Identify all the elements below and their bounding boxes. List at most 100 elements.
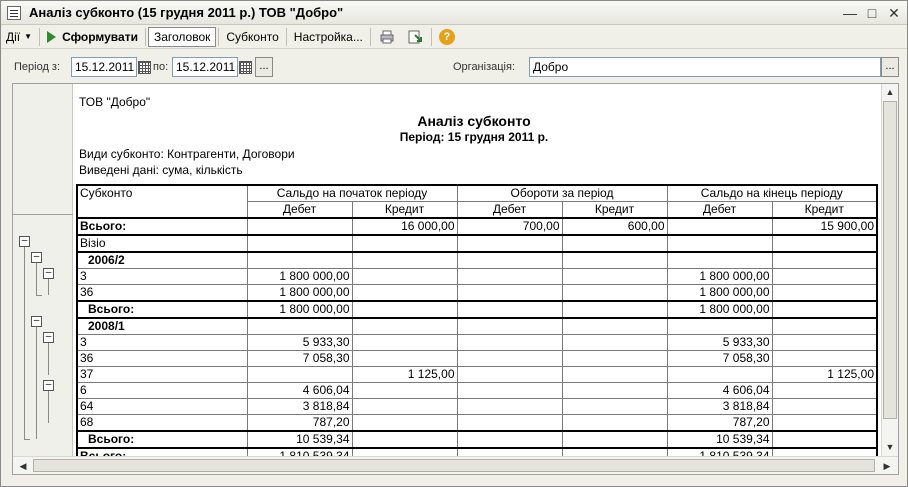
period-from-input[interactable]: 15.12.2011	[71, 57, 137, 77]
cell-cd: 1 800 000,00	[666, 284, 773, 302]
cell-td	[456, 350, 563, 367]
cell-od: 1 810 539,34	[246, 447, 353, 456]
calendar-icon[interactable]	[137, 57, 151, 77]
table-row: Візіо	[76, 234, 878, 253]
column-header-debit: Дебет	[456, 201, 563, 219]
close-button[interactable]: ✕	[885, 4, 903, 22]
column-header-credit: Кредит	[771, 201, 878, 219]
cell-oc	[351, 447, 458, 456]
report-icon	[7, 5, 21, 20]
horizontal-scroll-thumb[interactable]	[33, 459, 875, 472]
cell-td	[456, 317, 563, 335]
cell-cd	[666, 217, 773, 236]
table-row: 37 1 125,00 1 125,00	[76, 366, 878, 383]
actions-menu[interactable]: Дії ▼	[1, 27, 37, 47]
scroll-left-icon[interactable]: ◀	[15, 458, 31, 474]
horizontal-scrollbar[interactable]: ◀ ▶	[13, 456, 898, 474]
row-label: 36	[76, 284, 248, 302]
report-window: Аналіз субконто (15 грудня 2011 р.) ТОВ …	[0, 0, 908, 487]
cell-od	[246, 234, 353, 253]
row-label: Всього:	[76, 217, 248, 236]
cell-oc	[351, 300, 458, 319]
cell-od: 1 800 000,00	[246, 268, 353, 285]
column-header-debit: Дебет	[246, 201, 353, 219]
grouping-gutter: – – – – – –	[13, 84, 73, 456]
collapse-group-icon[interactable]: –	[43, 268, 54, 279]
organization-input[interactable]: Добро	[529, 57, 881, 77]
cell-od: 787,20	[246, 414, 353, 432]
column-header-credit: Кредит	[351, 201, 458, 219]
cell-td	[456, 334, 563, 351]
period-to-input[interactable]: 15.12.2011	[172, 57, 238, 77]
row-label: Візіо	[76, 234, 248, 253]
cell-oc	[351, 350, 458, 367]
cell-tc: 600,00	[561, 217, 668, 236]
cell-cc	[771, 268, 878, 285]
row-label: 3	[76, 334, 248, 351]
cell-od: 7 058,30	[246, 350, 353, 367]
cell-tc	[561, 234, 668, 253]
collapse-group-icon[interactable]: –	[19, 236, 30, 247]
report-sheet: ТОВ "Добро" Аналіз субконто Період: 15 г…	[74, 84, 880, 456]
row-label: 6	[76, 382, 248, 399]
table-row: 36 7 058,30 7 058,30	[76, 350, 878, 367]
maximize-button[interactable]: □	[863, 4, 881, 22]
cell-cd: 1 810 539,34	[666, 447, 773, 456]
column-header-subconto: Субконто	[76, 184, 248, 219]
report-spreadsheet[interactable]: – – – – – – ТОВ "Добро" Аналіз субконто …	[12, 83, 899, 475]
calendar-icon[interactable]	[238, 57, 252, 77]
cell-od	[246, 251, 353, 269]
print-button[interactable]	[373, 27, 401, 47]
cell-oc	[351, 382, 458, 399]
cell-td	[456, 414, 563, 432]
row-label: 36	[76, 350, 248, 367]
cell-td	[456, 234, 563, 253]
row-label: 2006/2	[76, 251, 248, 269]
cell-od	[246, 366, 353, 383]
collapse-group-icon[interactable]: –	[43, 380, 54, 391]
settings-button[interactable]: Настройка...	[289, 27, 368, 47]
save-to-file-icon	[406, 28, 424, 46]
scroll-up-icon[interactable]: ▲	[882, 84, 898, 100]
cell-od: 5 933,30	[246, 334, 353, 351]
cell-cc	[771, 447, 878, 456]
cell-tc	[561, 317, 668, 335]
cell-cc	[771, 284, 878, 302]
save-button[interactable]	[401, 27, 429, 47]
header-toggle-button[interactable]: Заголовок	[147, 26, 217, 47]
subconto-button[interactable]: Субконто	[221, 27, 283, 47]
cell-oc	[351, 334, 458, 351]
vertical-scrollbar[interactable]: ▲ ▼	[881, 84, 898, 456]
company-name: ТОВ "Добро"	[79, 95, 151, 109]
row-label: Всього:	[76, 447, 248, 456]
output-data: Виведені дані: сума, кількість	[79, 163, 243, 177]
cell-tc	[561, 251, 668, 269]
play-icon	[47, 30, 57, 43]
scroll-right-icon[interactable]: ▶	[879, 458, 895, 474]
cell-td	[456, 447, 563, 456]
cell-td	[456, 284, 563, 302]
generate-button[interactable]: Сформувати	[42, 27, 143, 47]
period-to-label: по:	[153, 61, 169, 73]
cell-oc: 1 125,00	[351, 366, 458, 383]
collapse-group-icon[interactable]: –	[43, 332, 54, 343]
cell-od: 4 606,04	[246, 382, 353, 399]
minimize-button[interactable]: —	[841, 4, 859, 22]
cell-oc	[351, 234, 458, 253]
cell-oc	[351, 430, 458, 449]
organization-select-button[interactable]: ...	[881, 57, 899, 77]
collapse-group-icon[interactable]: –	[31, 252, 42, 263]
cell-td	[456, 366, 563, 383]
cell-tc	[561, 398, 668, 415]
cell-cd	[666, 251, 773, 269]
collapse-group-icon[interactable]: –	[31, 316, 42, 327]
column-header-credit: Кредит	[561, 201, 668, 219]
cell-td	[456, 300, 563, 319]
cell-oc	[351, 251, 458, 269]
vertical-scroll-thumb[interactable]	[883, 101, 897, 419]
scroll-down-icon[interactable]: ▼	[882, 439, 898, 455]
cell-od	[246, 217, 353, 236]
row-label: 64	[76, 398, 248, 415]
period-select-button[interactable]: ...	[255, 57, 273, 77]
help-button[interactable]: ?	[434, 27, 460, 47]
